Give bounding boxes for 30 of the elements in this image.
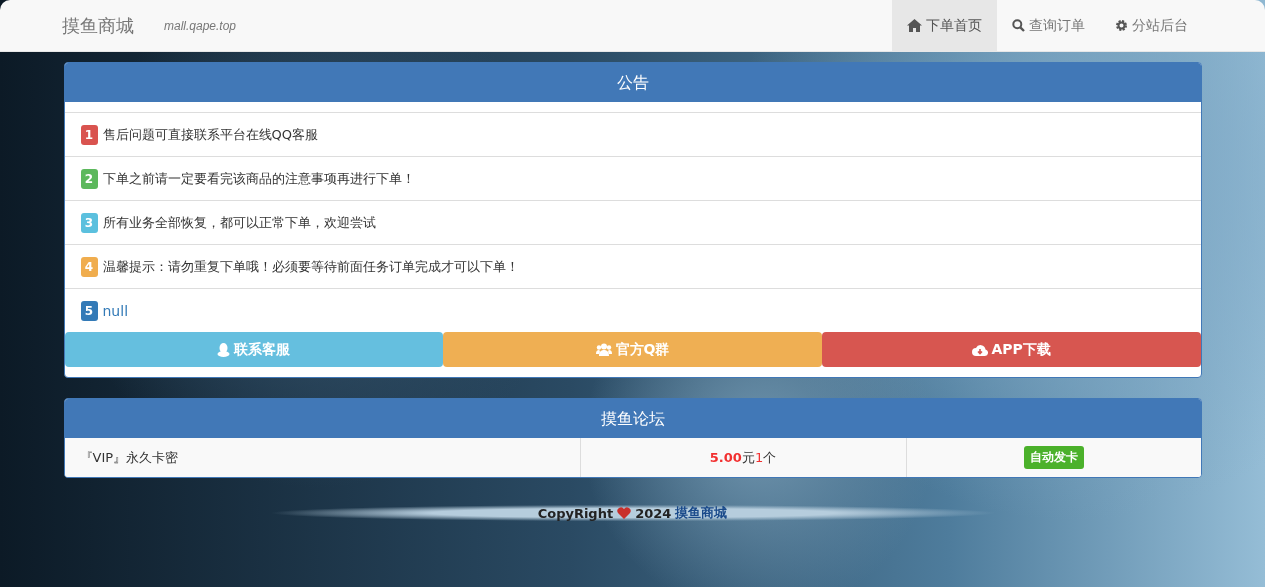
site-domain: mall.qape.top xyxy=(164,18,237,33)
cloud-download-icon xyxy=(971,343,988,356)
number-badge: 2 xyxy=(80,168,98,189)
panel-heading: 公告 xyxy=(64,63,1201,102)
notice-text: 所有业务全部恢复，都可以正常下单，欢迎尝试 xyxy=(102,213,376,232)
number-badge: 3 xyxy=(80,212,98,233)
nav-link[interactable]: 下单首页 xyxy=(892,0,997,51)
brand-name[interactable]: 摸鱼商城 xyxy=(62,13,134,38)
nav-link[interactable]: 查询订单 xyxy=(997,0,1100,51)
nav-link[interactable]: 分站后台 xyxy=(1100,0,1203,51)
auto-delivery-label: 自动发卡 xyxy=(1023,446,1084,469)
search-icon xyxy=(1012,19,1025,32)
number-badge: 4 xyxy=(80,256,98,277)
copyright-text: CopyRight xyxy=(537,505,614,521)
number-badge: 5 xyxy=(80,300,98,321)
notice-text: 售后问题可直接联系平台在线QQ客服 xyxy=(102,125,318,144)
users-icon xyxy=(595,343,612,356)
notice-text: 温馨提示：请勿重复下单哦！必须要等待前面任务订单完成才可以下单！ xyxy=(102,257,519,276)
notice-link[interactable]: null xyxy=(102,302,129,319)
footer-link[interactable]: 摸鱼商城 xyxy=(675,504,728,522)
notice-text: 下单之前请一定要看完该商品的注意事项再进行下单！ xyxy=(102,169,415,188)
settings-icon xyxy=(1115,19,1128,32)
panel-heading: 摸鱼论坛 xyxy=(64,399,1201,438)
copyright-year: 2024 xyxy=(635,505,672,521)
number-badge: 1 xyxy=(80,124,98,145)
action-button[interactable]: APP下载 xyxy=(821,332,1201,367)
product-price: 5.00元1个 xyxy=(709,448,777,467)
home-icon xyxy=(907,19,922,32)
heart-icon xyxy=(617,507,632,519)
product-name: 『VIP』永久卡密 xyxy=(79,448,179,467)
